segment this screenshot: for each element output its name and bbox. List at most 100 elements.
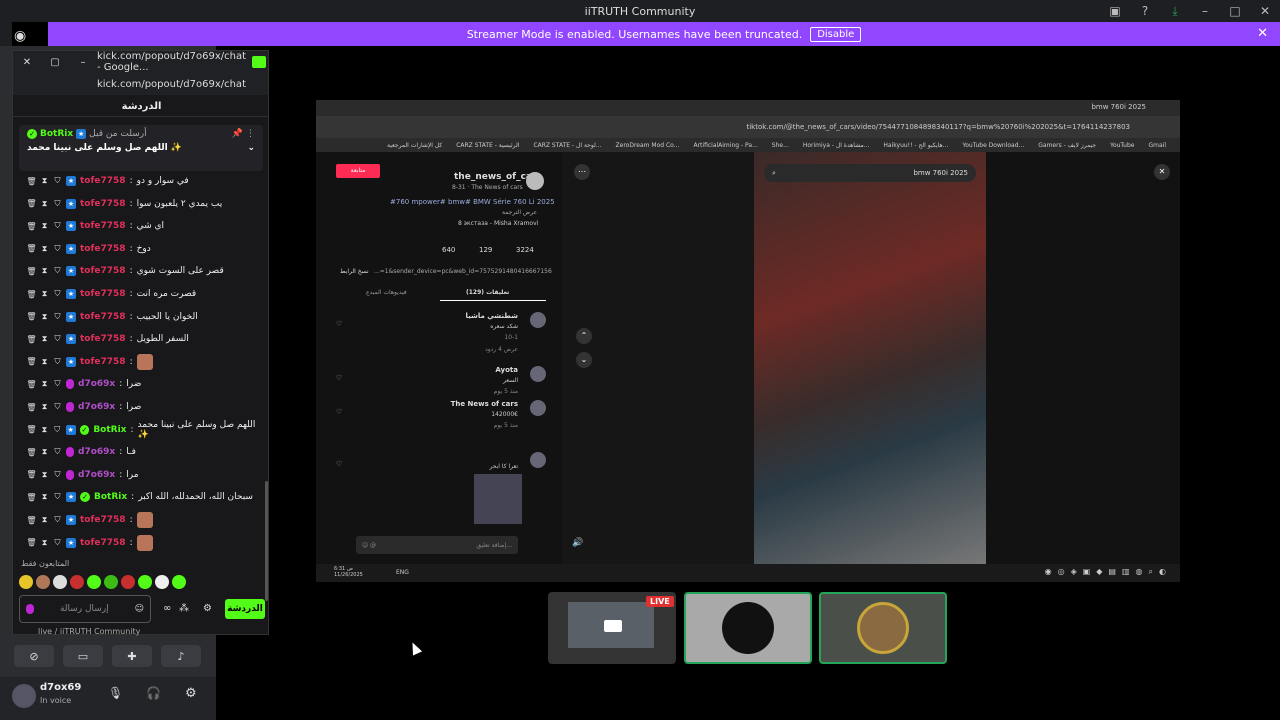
- screen-share-button[interactable]: ▭: [63, 645, 103, 667]
- bookmark-item[interactable]: YouTube: [1110, 142, 1134, 149]
- ban-icon[interactable]: ⛉: [53, 402, 62, 412]
- popup-restore-icon[interactable]: ▢: [41, 57, 69, 68]
- timeout-icon[interactable]: ⧗: [40, 470, 49, 479]
- tab-comments[interactable]: تعليقات (129): [466, 289, 509, 296]
- chat-username[interactable]: d7o69x: [78, 470, 115, 480]
- bookmark-item[interactable]: CARZ STATE - لوحة ال...: [533, 142, 601, 149]
- timeout-icon[interactable]: ⧗: [40, 312, 49, 321]
- ban-icon[interactable]: ⛉: [53, 334, 62, 344]
- trash-icon[interactable]: 🗑: [26, 448, 36, 457]
- ban-icon[interactable]: ⛉: [53, 312, 62, 321]
- timeout-icon[interactable]: ⧗: [40, 176, 49, 186]
- video-player[interactable]: [754, 152, 986, 564]
- chat-username[interactable]: tofe7758: [80, 538, 126, 548]
- trash-icon[interactable]: 🗑: [26, 244, 36, 253]
- tab-creator-videos[interactable]: فيديوهات المبدع: [366, 289, 407, 296]
- ban-icon[interactable]: ⛉: [53, 447, 62, 457]
- infinity-icon[interactable]: ∞: [163, 603, 171, 614]
- timeout-icon[interactable]: ⧗: [40, 538, 49, 547]
- user-name[interactable]: d7ox69: [40, 682, 81, 693]
- trash-icon[interactable]: 🗑: [26, 493, 36, 502]
- camera-off-button[interactable]: ⊘: [14, 645, 54, 667]
- like-heart-icon[interactable]: ♡: [336, 460, 342, 468]
- comment-image[interactable]: [474, 474, 522, 524]
- trash-icon[interactable]: 🗑: [26, 312, 36, 321]
- close-video-icon[interactable]: ✕: [1154, 164, 1170, 180]
- timeout-icon[interactable]: ⧗: [40, 357, 49, 366]
- ban-icon[interactable]: ⛉: [53, 244, 62, 253]
- ban-icon[interactable]: ⛉: [53, 492, 62, 502]
- comment-replies[interactable]: عرض 4 ردود: [485, 346, 518, 353]
- timeout-icon[interactable]: ⧗: [40, 199, 49, 208]
- comment-avatar[interactable]: [530, 366, 546, 382]
- ban-icon[interactable]: ⛉: [53, 199, 62, 208]
- like-heart-icon[interactable]: ♡: [336, 408, 342, 416]
- ban-icon[interactable]: ⛉: [53, 538, 62, 547]
- emote-icon[interactable]: [36, 575, 50, 589]
- comment-avatar[interactable]: [530, 400, 546, 416]
- timeout-icon[interactable]: ⧗: [40, 492, 49, 502]
- maximize-button[interactable]: □: [1220, 0, 1250, 22]
- settings-icon[interactable]: ⚙: [203, 603, 212, 614]
- trash-icon[interactable]: 🗑: [26, 538, 36, 547]
- trash-icon[interactable]: 🗑: [26, 425, 36, 434]
- emote-icon[interactable]: [70, 575, 84, 589]
- chat-username[interactable]: tofe7758: [80, 266, 126, 276]
- previous-video-icon[interactable]: ⌃: [576, 328, 592, 344]
- comment-input[interactable]: ☺ @ إضافة تعليق...: [356, 536, 518, 554]
- bookmark-item[interactable]: ZeroDream Mod Co...: [616, 142, 680, 149]
- chat-username[interactable]: tofe7758: [80, 199, 126, 209]
- emote-icon[interactable]: [155, 575, 169, 589]
- like-heart-icon[interactable]: ♡: [336, 374, 342, 382]
- bookmark-item[interactable]: YouTube Download...: [962, 142, 1024, 149]
- chat-username[interactable]: tofe7758: [80, 357, 126, 367]
- ban-icon[interactable]: ⛉: [53, 176, 62, 186]
- help-icon[interactable]: ?: [1130, 0, 1160, 22]
- timeout-icon[interactable]: ⧗: [40, 402, 49, 412]
- minimize-button[interactable]: –: [1190, 0, 1220, 22]
- close-button[interactable]: ✕: [1250, 0, 1280, 22]
- emoji-icon[interactable]: ☺: [135, 604, 144, 614]
- chat-username[interactable]: tofe7758: [80, 289, 126, 299]
- comment-user[interactable]: The News of cars: [451, 400, 518, 408]
- ban-icon[interactable]: ⛉: [53, 221, 62, 231]
- trash-icon[interactable]: 🗑: [26, 335, 36, 344]
- trash-icon[interactable]: 🗑: [26, 516, 36, 525]
- browser-tab[interactable]: bmw 760i 2025: [1091, 103, 1146, 111]
- chat-username[interactable]: tofe7758: [80, 515, 126, 525]
- gear-icon[interactable]: ⚙: [185, 686, 197, 701]
- chat-username[interactable]: tofe7758: [80, 334, 126, 344]
- bookmark-item[interactable]: She...: [772, 142, 789, 149]
- disable-streamer-mode-button[interactable]: Disable: [810, 26, 862, 42]
- browser-url[interactable]: tiktok.com/@the_news_of_cars/video/75447…: [746, 123, 1130, 131]
- comment-user[interactable]: شطنشي ماشيا: [465, 312, 518, 320]
- ban-icon[interactable]: ⛉: [53, 379, 62, 389]
- download-icon[interactable]: ⤓: [1160, 0, 1190, 22]
- inbox-icon[interactable]: ▣: [1100, 0, 1130, 22]
- bookmark-item[interactable]: Horimiya - مشاهدة ال...: [803, 142, 870, 149]
- music-label[interactable]: 8 экстаза - Misha Xramovi: [458, 220, 538, 227]
- timeout-icon[interactable]: ⧗: [40, 266, 49, 276]
- ban-icon[interactable]: ⛉: [53, 515, 62, 525]
- ban-icon[interactable]: ⛉: [53, 266, 62, 276]
- screen-share-view[interactable]: bmw 760i 2025 tiktok.com/@the_news_of_ca…: [316, 100, 1180, 582]
- search-bar[interactable]: ⌕ bmw 760i 2025: [764, 164, 976, 182]
- trash-icon[interactable]: 🗑: [26, 470, 36, 479]
- timeout-icon[interactable]: ⧗: [40, 244, 49, 253]
- taskbar-icons[interactable]: ◉◎◈▣◆▤▥◍⌕◐: [1045, 567, 1172, 577]
- close-banner-icon[interactable]: ✕: [1257, 26, 1268, 41]
- chat-username[interactable]: tofe7758: [80, 176, 126, 186]
- timeout-icon[interactable]: ⧗: [40, 515, 49, 525]
- pinned-user[interactable]: BotRix: [40, 129, 73, 139]
- send-chat-button[interactable]: الدردشة: [225, 599, 265, 619]
- like-heart-icon[interactable]: ♡: [336, 320, 342, 328]
- bookmark-item[interactable]: Gamers - جيمرز لايف: [1038, 142, 1096, 149]
- emote-icon[interactable]: [87, 575, 101, 589]
- chat-username[interactable]: tofe7758: [80, 244, 126, 254]
- bookmark-item[interactable]: كل الإشارات المرجعية: [387, 142, 442, 149]
- chevron-down-icon[interactable]: ⌄: [247, 143, 255, 153]
- microphone-icon[interactable]: 🎙: [108, 686, 123, 700]
- emote-icon[interactable]: [53, 575, 67, 589]
- account-avatar[interactable]: [526, 172, 544, 190]
- more-options-icon[interactable]: ⋯: [574, 164, 590, 180]
